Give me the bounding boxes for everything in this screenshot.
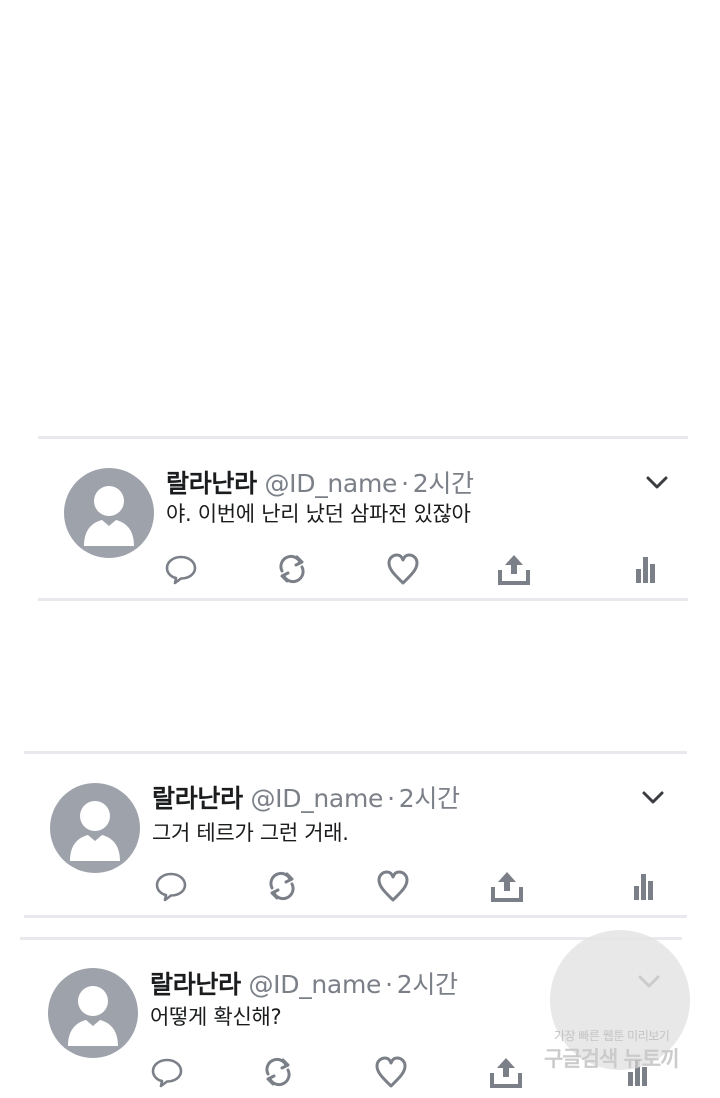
separator-dot: · [387,784,395,813]
timestamp[interactable]: 2시간 [399,784,460,813]
divider-bottom [38,598,688,601]
tweet-text: 야. 이번에 난리 났던 삼파전 있잖아 [166,502,471,526]
heart-icon[interactable] [374,1055,408,1089]
tweet-text: 어떻게 확신해? [150,1005,282,1029]
divider-top [24,751,687,754]
separator-dot: · [401,469,409,498]
reply-icon[interactable] [154,869,188,903]
tweet-card: 랄라난라 @ID_name · 2시간 그거 테르가 그런 거래. [24,751,687,918]
chevron-down-icon[interactable] [640,787,666,807]
avatar[interactable] [50,783,140,873]
chevron-down-icon[interactable] [644,472,670,492]
reply-icon[interactable] [164,552,198,586]
action-bar [150,869,653,903]
tweet-card: 랄라난라 @ID_name · 2시간 야. 이번에 난리 났던 삼파전 있잖아 [38,436,688,601]
share-icon[interactable] [489,1055,523,1089]
retweet-icon[interactable] [265,869,299,903]
tweet-header: 랄라난라 @ID_name · 2시간 [166,464,474,500]
user-name[interactable]: 랄라난라 [150,970,241,999]
watermark-line1: 가장 빠른 웹툰 미리보기 [554,1029,670,1043]
stats-icon[interactable] [628,869,662,903]
share-icon[interactable] [497,552,531,586]
heart-icon[interactable] [386,552,420,586]
separator-dot: · [385,970,393,999]
share-icon[interactable] [490,869,524,903]
user-handle[interactable]: @ID_name [250,784,383,813]
user-handle[interactable]: @ID_name [248,970,381,999]
tweet-text: 그거 테르가 그런 거래. [152,821,349,845]
tweet-header: 랄라난라 @ID_name · 2시간 [150,965,458,1001]
watermark-line2: 구글검색 뉴토끼 [544,1047,680,1071]
timestamp[interactable]: 2시간 [413,469,474,498]
user-name[interactable]: 랄라난라 [166,469,257,498]
user-name[interactable]: 랄라난라 [152,784,243,813]
watermark: 가장 빠른 웹툰 미리보기 구글검색 뉴토끼 [540,905,720,1090]
retweet-icon[interactable] [261,1055,295,1089]
avatar[interactable] [64,468,154,558]
reply-icon[interactable] [150,1055,184,1089]
divider-top [38,436,688,439]
avatar[interactable] [48,968,138,1058]
action-bar [164,552,664,586]
timestamp[interactable]: 2시간 [397,970,458,999]
tweet-header: 랄라난라 @ID_name · 2시간 [152,779,460,815]
retweet-icon[interactable] [275,552,309,586]
heart-icon[interactable] [376,869,410,903]
stats-icon[interactable] [630,552,664,586]
user-handle[interactable]: @ID_name [264,469,397,498]
